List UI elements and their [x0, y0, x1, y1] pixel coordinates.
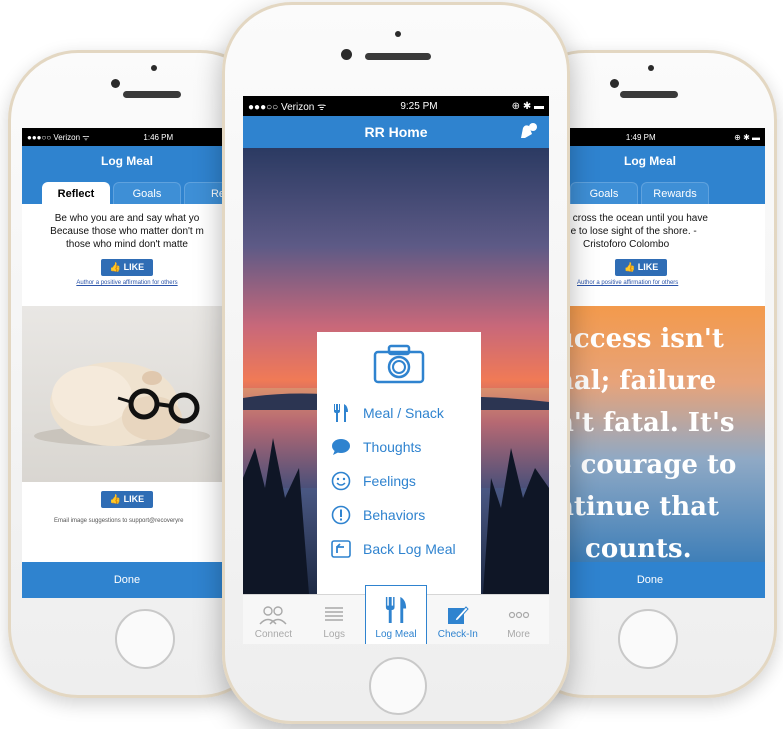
tab-label: Connect	[254, 629, 293, 640]
speech-bubble-icon	[331, 437, 351, 457]
tab-reflect[interactable]: Reflect	[42, 182, 110, 204]
edit-icon	[447, 604, 469, 626]
notification-icon[interactable]	[517, 122, 539, 145]
speaker-grille	[365, 53, 431, 60]
quote-line: Cristoforo Colombo	[583, 239, 670, 250]
camera-button[interactable]	[317, 332, 481, 396]
affirmation-quote: Be who you are and say what yo Because t…	[22, 204, 232, 254]
guinea-pig-image	[22, 306, 232, 482]
tab-more[interactable]: More	[488, 595, 549, 644]
thumbs-up-icon: 👍	[109, 494, 124, 504]
back-arrow-icon	[331, 539, 351, 559]
tab-rewards[interactable]: Rewards	[641, 182, 709, 204]
camera-icon	[341, 49, 352, 60]
tab-label: Logs	[323, 629, 346, 640]
left-screen: ●●●○○ Verizon ᯤ 1:46 PM Log Meal Reflect…	[22, 128, 232, 598]
tab-label: Log Meal	[375, 629, 417, 640]
home-button[interactable]	[369, 657, 427, 715]
menu-feelings[interactable]: Feelings	[317, 464, 481, 498]
nav-bar: RR Home	[243, 116, 549, 148]
thumbs-up-icon: 👍	[109, 262, 124, 272]
menu-label: Feelings	[363, 473, 416, 489]
sensor-icon	[151, 65, 157, 71]
speaker-grille	[123, 91, 181, 98]
carrier: ●●●○○ Verizon ᯤ	[27, 132, 90, 142]
status-icons: ⊕ ✱ ▬	[511, 100, 544, 112]
clock: 1:46 PM	[143, 132, 174, 142]
tab-check-in[interactable]: Check-In	[427, 595, 488, 644]
menu-label: Thoughts	[363, 439, 422, 455]
fork-knife-icon	[383, 594, 409, 626]
like-button[interactable]: 👍 LIKE	[100, 259, 154, 276]
tab-strip: Reflect Goals Re	[22, 176, 232, 204]
tab-goals[interactable]: Goals	[113, 182, 181, 204]
list-icon	[324, 604, 344, 626]
people-icon	[258, 604, 288, 626]
like-button[interactable]: 👍 LIKE	[615, 259, 668, 276]
menu-thoughts[interactable]: Thoughts	[317, 430, 481, 464]
tab-logs[interactable]: Logs	[304, 595, 365, 644]
quote-line: those who mind don't matte	[66, 239, 188, 250]
menu-label: Back Log Meal	[363, 541, 456, 557]
more-icon	[508, 604, 530, 626]
camera-icon	[373, 344, 425, 384]
smiley-icon	[331, 471, 351, 491]
status-bar: ●●●○○ Verizon ᯤ 1:46 PM	[22, 128, 232, 146]
center-screen: ●●●○○ Verizon ᯤ 9:25 PM ⊕ ✱ ▬ RR Home Me…	[243, 96, 549, 644]
quote-line: ourage to lose sight of the shore. -	[545, 226, 697, 237]
sensor-icon	[395, 31, 401, 37]
bottom-tab-bar: Connect Logs Log Meal Check-In More	[243, 585, 549, 644]
page-title: RR Home	[364, 124, 428, 140]
tab-label: Check-In	[437, 629, 478, 640]
fork-knife-icon	[331, 403, 351, 423]
home-button[interactable]	[618, 609, 678, 669]
page-title: Log Meal	[623, 154, 676, 168]
menu-label: Meal / Snack	[363, 405, 444, 421]
thumbs-up-icon: 👍	[624, 262, 638, 272]
tab-log-meal[interactable]: Log Meal	[364, 585, 428, 644]
menu-meal-snack[interactable]: Meal / Snack	[317, 396, 481, 430]
status-icons: ⊕ ✱ ▬	[734, 132, 760, 142]
tab-connect[interactable]: Connect	[243, 595, 304, 644]
menu-label: Behaviors	[363, 507, 426, 523]
exclamation-icon	[331, 505, 351, 525]
clock: 1:49 PM	[625, 132, 656, 142]
email-suggestion-text: Email image suggestions to support@recov…	[54, 518, 184, 524]
quote-line: never cross the ocean until you have	[545, 213, 708, 224]
done-button[interactable]: Done	[22, 562, 232, 598]
sensor-icon	[648, 65, 654, 71]
tab-goals[interactable]: Goals	[570, 182, 638, 204]
clock: 9:25 PM	[400, 100, 438, 112]
camera-icon	[111, 79, 120, 88]
menu-behaviors[interactable]: Behaviors	[317, 498, 481, 532]
camera-icon	[610, 79, 619, 88]
tab-label: More	[507, 629, 530, 640]
quote-line: Be who you are and say what yo	[54, 213, 200, 224]
log-menu-card: Meal / Snack Thoughts Feelings Behaviors	[317, 332, 481, 594]
page-title: Log Meal	[100, 154, 153, 168]
status-bar: ●●●○○ Verizon ᯤ 9:25 PM ⊕ ✱ ▬	[243, 96, 549, 116]
like-button-image[interactable]: 👍 LIKE	[100, 491, 154, 508]
author-affirmation-link[interactable]: Author a positive affirmation for others	[22, 280, 232, 286]
quote-line: Because those who matter don't m	[50, 226, 204, 237]
menu-back-log-meal[interactable]: Back Log Meal	[317, 532, 481, 566]
carrier: ●●●○○ Verizon ᯤ	[248, 102, 327, 113]
nav-bar: Log Meal	[22, 146, 232, 176]
guinea-pig-illustration	[34, 362, 210, 446]
speaker-grille	[620, 91, 678, 98]
marketing-composite: ●●●○○ Verizon ᯤ 1:46 PM Log Meal Reflect…	[0, 0, 783, 729]
home-button[interactable]	[115, 609, 175, 669]
